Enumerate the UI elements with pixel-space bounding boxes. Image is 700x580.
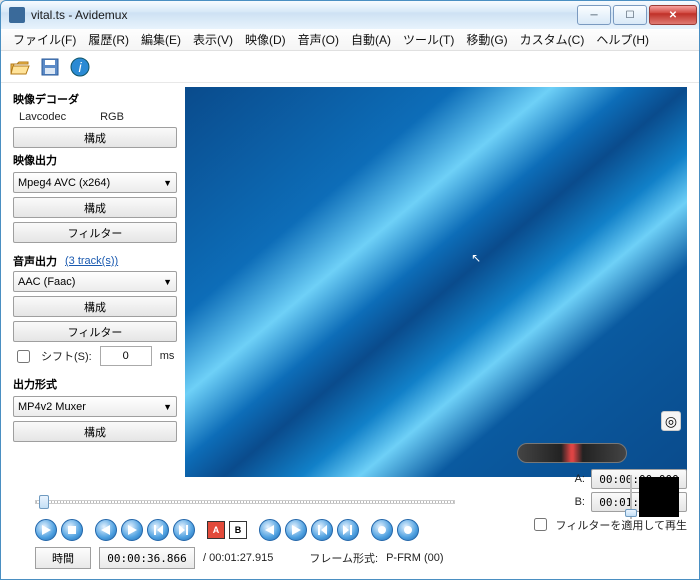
menu-tools[interactable]: ツール(T) xyxy=(397,28,460,51)
volume-thumb[interactable] xyxy=(625,509,637,517)
chevron-down-icon: ▼ xyxy=(163,277,172,287)
audio-codec-value: AAC (Faac) xyxy=(18,276,75,288)
chevron-down-icon: ▼ xyxy=(163,178,172,188)
thumbnail-preview xyxy=(639,477,679,517)
menu-auto[interactable]: 自動(A) xyxy=(345,28,397,51)
next-keyframe-button[interactable] xyxy=(173,519,195,541)
output-format-title: 出力形式 xyxy=(13,376,177,392)
eject-button[interactable]: ◎ xyxy=(661,411,681,431)
audio-filters-button[interactable]: フィルター xyxy=(13,321,177,342)
apply-filter-label: フィルターを適用して再生 xyxy=(556,517,687,533)
next-frame-button[interactable] xyxy=(121,519,143,541)
app-icon xyxy=(9,7,25,23)
apply-filter-checkbox[interactable] xyxy=(534,518,547,531)
output-format-value: MP4v2 Muxer xyxy=(18,401,86,413)
video-codec-value: Mpeg4 AVC (x264) xyxy=(18,177,110,189)
audio-codec-select[interactable]: AAC (Faac) ▼ xyxy=(13,271,177,292)
video-out-title: 映像出力 xyxy=(13,152,177,168)
titlebar: vital.ts - Avidemux ─ ☐ ✕ xyxy=(1,1,699,29)
menu-file[interactable]: ファイル(F) xyxy=(7,28,82,51)
set-marker-a-button[interactable]: A xyxy=(207,521,225,539)
window-title: vital.ts - Avidemux xyxy=(31,8,575,22)
status-bar: 時間 00:00:36.866 / 00:01:27.915 フレーム形式: P… xyxy=(35,547,687,569)
set-marker-b-button[interactable]: B xyxy=(229,521,247,539)
output-format-select[interactable]: MP4v2 Muxer ▼ xyxy=(13,396,177,417)
frame-type-value: P-FRM (00) xyxy=(386,552,443,564)
menu-audio[interactable]: 音声(O) xyxy=(292,28,345,51)
decoder-codec: Lavcodec xyxy=(19,111,66,123)
goto-start-button[interactable] xyxy=(311,519,333,541)
current-time[interactable]: 00:00:36.866 xyxy=(99,547,195,569)
shift-input[interactable] xyxy=(100,346,152,366)
cursor-icon: ↖ xyxy=(471,251,481,265)
menubar: ファイル(F) 履歴(R) 編集(E) 表示(V) 映像(D) 音声(O) 自動… xyxy=(1,29,699,51)
shift-checkbox[interactable] xyxy=(17,350,30,363)
close-button[interactable]: ✕ xyxy=(649,5,697,25)
menu-go[interactable]: 移動(G) xyxy=(460,28,513,51)
next-black-button[interactable] xyxy=(397,519,419,541)
marker-b-label: B: xyxy=(575,496,585,508)
menu-video[interactable]: 映像(D) xyxy=(239,28,292,51)
video-filters-button[interactable]: フィルター xyxy=(13,222,177,243)
prev-black-button[interactable] xyxy=(371,519,393,541)
decoder-configure-button[interactable]: 構成 xyxy=(13,127,177,148)
maximize-button[interactable]: ☐ xyxy=(613,5,647,25)
video-preview[interactable]: ↖ xyxy=(185,87,687,477)
audio-out-title: 音声出力 xyxy=(13,253,57,269)
decoder-title: 映像デコーダ xyxy=(13,91,177,107)
shift-unit: ms xyxy=(160,350,175,362)
jog-wheel[interactable] xyxy=(517,443,627,463)
info-icon: i xyxy=(70,57,90,77)
prev-keyframe-button[interactable] xyxy=(147,519,169,541)
menu-view[interactable]: 表示(V) xyxy=(187,28,239,51)
video-configure-button[interactable]: 構成 xyxy=(13,197,177,218)
goto-end-button[interactable] xyxy=(337,519,359,541)
save-button[interactable] xyxy=(37,54,63,80)
minimize-button[interactable]: ─ xyxy=(577,5,611,25)
seek-track xyxy=(35,500,455,504)
audio-configure-button[interactable]: 構成 xyxy=(13,296,177,317)
info-button[interactable]: i xyxy=(67,54,93,80)
shift-label: シフト(S): xyxy=(41,348,92,364)
seek-thumb[interactable] xyxy=(39,495,49,509)
menu-edit[interactable]: 編集(E) xyxy=(135,28,187,51)
chevron-down-icon: ▼ xyxy=(163,402,172,412)
sidebar: 映像デコーダ Lavcodec RGB 構成 映像出力 Mpeg4 AVC (x… xyxy=(13,87,177,477)
open-button[interactable] xyxy=(7,54,33,80)
volume-slider[interactable] xyxy=(625,475,637,519)
total-time: / 00:01:27.915 xyxy=(203,552,273,564)
output-configure-button[interactable]: 構成 xyxy=(13,421,177,442)
video-codec-select[interactable]: Mpeg4 AVC (x264) ▼ xyxy=(13,172,177,193)
seek-slider[interactable] xyxy=(35,491,455,513)
prev-cut-button[interactable] xyxy=(259,519,281,541)
disc-icon: ◎ xyxy=(665,413,677,430)
stop-button[interactable] xyxy=(61,519,83,541)
decoder-colorspace: RGB xyxy=(100,111,124,123)
next-cut-button[interactable] xyxy=(285,519,307,541)
preview-pane: ↖ xyxy=(185,87,687,477)
save-icon xyxy=(41,58,59,76)
menu-help[interactable]: ヘルプ(H) xyxy=(590,28,655,51)
audio-tracks-link[interactable]: (3 track(s)) xyxy=(65,255,118,267)
time-button[interactable]: 時間 xyxy=(35,547,91,569)
menu-custom[interactable]: カスタム(C) xyxy=(514,28,591,51)
menu-history[interactable]: 履歴(R) xyxy=(82,28,135,51)
frame-type-label: フレーム形式: xyxy=(309,550,378,566)
toolbar: i xyxy=(1,51,699,83)
play-button[interactable] xyxy=(35,519,57,541)
open-icon xyxy=(10,58,30,76)
prev-frame-button[interactable] xyxy=(95,519,117,541)
marker-a-label: A: xyxy=(575,473,585,485)
